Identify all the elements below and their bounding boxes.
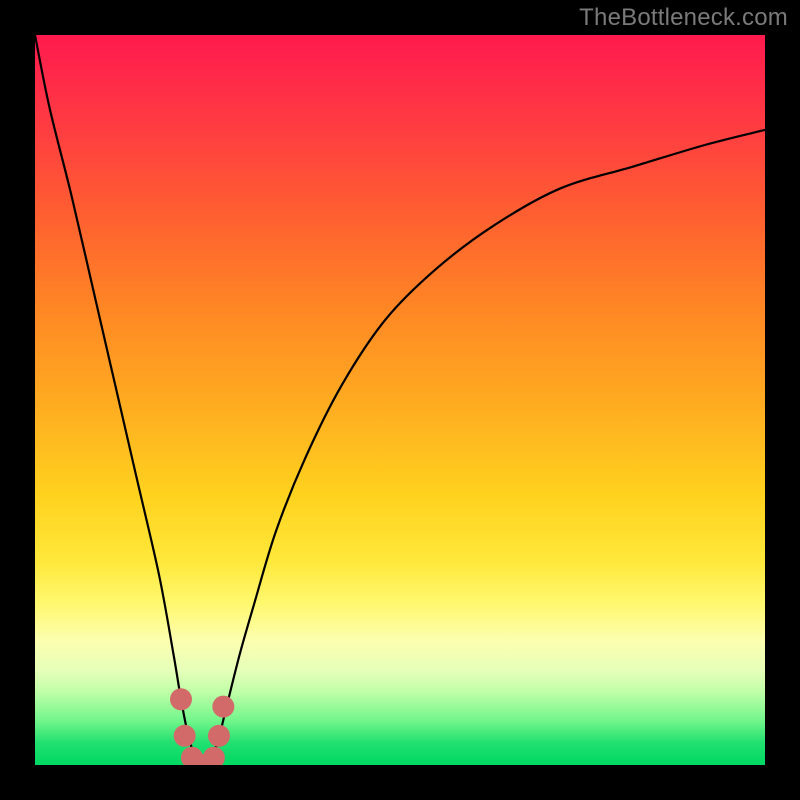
bottleneck-curve — [35, 35, 765, 765]
highlight-dots — [170, 688, 234, 765]
curve-layer — [35, 35, 765, 765]
plot-area — [35, 35, 765, 765]
highlight-dot — [212, 696, 234, 718]
highlight-dot — [208, 725, 230, 747]
highlight-dot — [170, 688, 192, 710]
chart-frame: TheBottleneck.com — [0, 0, 800, 800]
watermark-label: TheBottleneck.com — [579, 4, 788, 32]
highlight-dot — [203, 747, 225, 765]
highlight-dot — [174, 725, 196, 747]
